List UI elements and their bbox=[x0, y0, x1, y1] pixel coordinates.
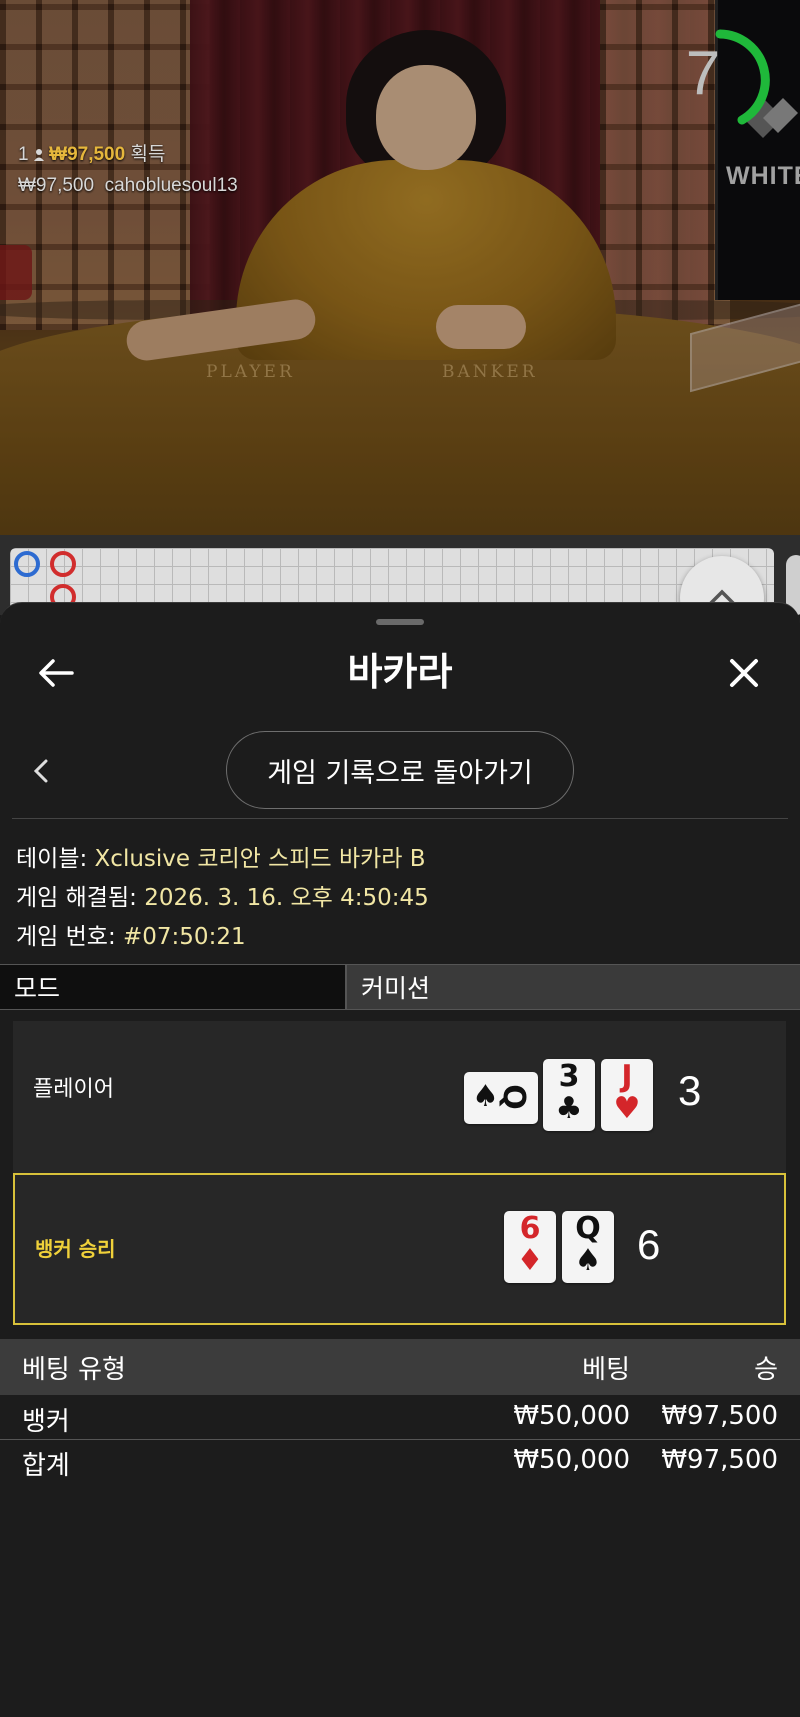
resolved-info: 게임 해결됨: 2026. 3. 16. 오후 4:50:45 bbox=[16, 878, 429, 912]
back-to-history-button[interactable]: 게임 기록으로 돌아가기 bbox=[226, 731, 574, 809]
banker-score: 6 bbox=[637, 1221, 661, 1268]
header-bet: 베팅 bbox=[582, 1355, 630, 1385]
timer-value: 7 bbox=[685, 39, 721, 108]
header-bet-type: 베팅 유형 bbox=[22, 1355, 126, 1385]
total-label: 합계 bbox=[22, 1451, 70, 1481]
header-win: 승 bbox=[754, 1355, 778, 1385]
playing-card: ♠ Q bbox=[464, 1072, 538, 1124]
mode-label: 모드 bbox=[0, 965, 345, 1009]
bet-type: 뱅커 bbox=[22, 1407, 70, 1437]
playing-card: 3 ♣ bbox=[543, 1059, 595, 1131]
previous-button[interactable] bbox=[26, 751, 56, 791]
playing-card: 6 ♦ bbox=[504, 1211, 556, 1283]
total-bet: ₩50,000 bbox=[513, 1445, 630, 1475]
resolved-label: 게임 해결됨: bbox=[16, 885, 137, 911]
recent-win-user: cahobluesoul13 bbox=[104, 175, 238, 196]
bet-amount: ₩50,000 bbox=[513, 1401, 630, 1431]
table-value: Xclusive 코리안 스피드 바카라 B bbox=[94, 846, 426, 872]
game-number-label: 게임 번호: bbox=[16, 924, 116, 950]
mode-row: 모드 커미션 bbox=[0, 964, 800, 1010]
player-score: 3 bbox=[678, 1067, 702, 1114]
divider bbox=[12, 818, 788, 819]
table-label: 테이블: bbox=[16, 846, 88, 872]
mode-value: 커미션 bbox=[345, 965, 800, 1009]
banker-hand: 뱅커 승리 6 ♦ Q ♠ 6 bbox=[13, 1173, 786, 1325]
person-icon bbox=[33, 149, 44, 161]
bets-table-header: 베팅 유형 베팅 승 bbox=[0, 1339, 800, 1395]
game-number-info: 게임 번호: #07:50:21 bbox=[16, 917, 246, 951]
close-icon bbox=[730, 659, 758, 687]
road-banker-marker bbox=[50, 551, 76, 577]
total-win: ₩97,500 bbox=[661, 1445, 778, 1475]
playing-card: J ♥ bbox=[601, 1059, 653, 1131]
sheet-title: 바카라 bbox=[347, 650, 453, 694]
close-button[interactable] bbox=[714, 643, 774, 703]
chevron-left-icon bbox=[33, 759, 48, 783]
road-player-marker bbox=[14, 551, 40, 577]
recent-win: ₩97,500 cahobluesoul13 bbox=[18, 175, 238, 197]
player-hand-label: 플레이어 bbox=[33, 1077, 114, 1102]
winner-count: 1 bbox=[18, 144, 29, 165]
player-hand: 플레이어 ♠ Q 3 ♣ J ♥ 3 bbox=[13, 1021, 786, 1173]
total-row: 합계 ₩50,000 ₩97,500 bbox=[0, 1441, 800, 1483]
table-row: 뱅커 ₩50,000 ₩97,500 bbox=[0, 1397, 800, 1440]
winner-summary: 1 ₩97,500 획득 bbox=[18, 139, 165, 166]
game-number-value: #07:50:21 bbox=[123, 924, 246, 950]
win-amount: ₩97,500 bbox=[661, 1401, 778, 1431]
winner-suffix: 획득 bbox=[130, 144, 166, 165]
recent-win-amount: ₩97,500 bbox=[18, 175, 95, 196]
playing-card: Q ♠ bbox=[562, 1211, 614, 1283]
banker-win-label: 뱅커 승리 bbox=[35, 1237, 116, 1261]
countdown-timer: 7 bbox=[668, 28, 772, 132]
winner-amount: ₩97,500 bbox=[49, 144, 126, 165]
table-info: 테이블: Xclusive 코리안 스피드 바카라 B bbox=[16, 839, 426, 873]
live-video-feed: WHITE PLAYER BANKER 7 1 ₩97,500 획득 ₩97,5… bbox=[0, 0, 800, 535]
drag-handle[interactable] bbox=[376, 619, 424, 625]
game-history-sheet: 바카라 게임 기록으로 돌아가기 테이블: Xclusive 코리안 스피드 바… bbox=[0, 602, 800, 1717]
resolved-value: 2026. 3. 16. 오후 4:50:45 bbox=[144, 885, 429, 911]
